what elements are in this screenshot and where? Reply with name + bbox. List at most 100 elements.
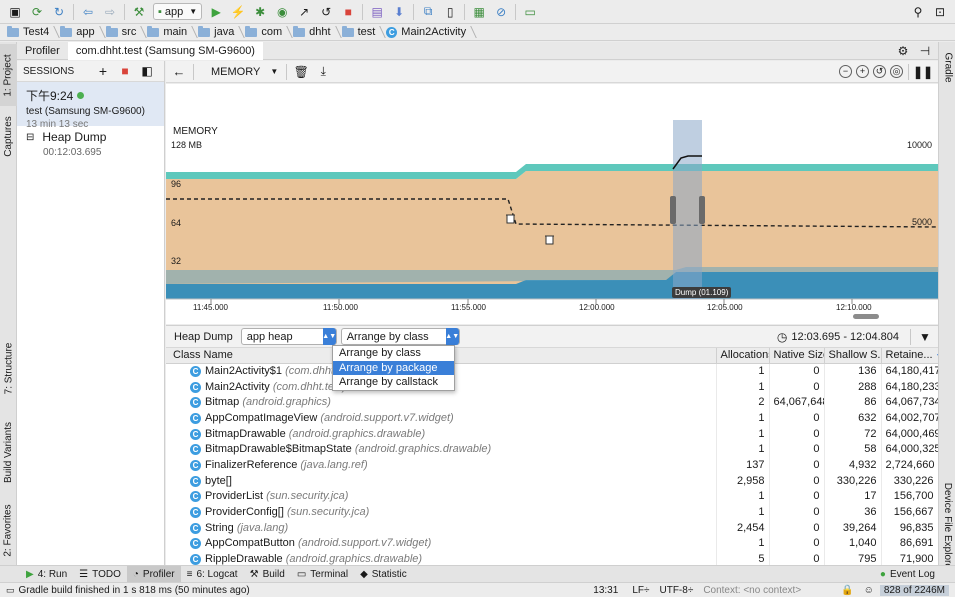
save-icon[interactable]: ▣	[6, 3, 24, 21]
line-separator[interactable]: LF÷	[632, 585, 649, 596]
memory-chart[interactable]: MEMORY 128 MB 96 64 32 10000 5000 Dump (…	[166, 84, 938, 324]
apply-changes-icon[interactable]: ⚡	[229, 3, 247, 21]
project-structure-icon[interactable]: ⧉	[419, 3, 437, 21]
filter-icon[interactable]: ▼	[916, 328, 934, 346]
col-retained-size[interactable]: Retaine...▼	[881, 348, 938, 364]
crumb-dhht[interactable]: dhht	[290, 24, 338, 41]
project-tab[interactable]: 1: Project	[0, 44, 17, 106]
table-row[interactable]: C ProviderList (sun.security.jca) 1 0 17 156,…	[166, 488, 938, 505]
gear-icon[interactable]: ⚙	[894, 42, 912, 60]
statistic-tab[interactable]: ◆ Statistic	[354, 566, 413, 583]
zoom-out-icon[interactable]: −	[839, 65, 852, 78]
col-allocations[interactable]: Allocations	[716, 348, 770, 364]
attach-icon[interactable]: ↗	[295, 3, 313, 21]
status-message[interactable]: Gradle build finished in 1 s 818 ms (50 …	[19, 585, 250, 596]
back-arrow-icon[interactable]: ←	[170, 63, 188, 81]
table-row[interactable]: C BitmapDrawable$BitmapState (android.gra…	[166, 441, 938, 458]
timeline-scrollbar[interactable]	[853, 314, 879, 319]
table-row[interactable]: C AppCompatImageView (android.support.v7.…	[166, 410, 938, 426]
table-row[interactable]: C Bitmap (android.graphics) 2 64,067,648 86 6…	[166, 394, 938, 411]
avd-manager-icon[interactable]: ▯	[441, 3, 459, 21]
arrange-by-class-option[interactable]: Arrange by class	[333, 346, 454, 361]
crumb-project[interactable]: Test4	[4, 24, 57, 41]
stop-session-icon[interactable]: ■	[116, 62, 134, 80]
table-row[interactable]: C RippleDrawable (android.graphics.drawab…	[166, 551, 938, 565]
heap-dump-artifact[interactable]: ⊟ Heap Dump 00:12:03.695	[17, 126, 164, 162]
col-native-size[interactable]: Native Size	[769, 348, 825, 364]
crumb-com[interactable]: com	[242, 24, 290, 41]
heap-select[interactable]: app heap ▲▼	[240, 328, 337, 345]
inspector-icon[interactable]: ☺	[864, 585, 874, 596]
debug-icon[interactable]: ✱	[251, 3, 269, 21]
crumb-main2activity[interactable]: C Main2Activity	[383, 24, 474, 41]
stop-icon[interactable]: ■	[339, 3, 357, 21]
crumb-main[interactable]: main	[144, 24, 195, 41]
favorites-tab[interactable]: 2: Favorites	[0, 497, 17, 563]
crumb-java[interactable]: java	[195, 24, 242, 41]
table-row[interactable]: C AppCompatButton (android.support.v7.wid…	[166, 535, 938, 552]
session-item[interactable]: 下午9:24 test (Samsung SM-G9600) 13 min 13…	[17, 82, 164, 130]
user-icon[interactable]: ⊡	[931, 3, 949, 21]
table-row[interactable]: C Main2Activity (com.dhht.test) 1 0 288 64,18…	[166, 378, 938, 395]
collapse-panel-icon[interactable]: ◧	[138, 62, 156, 80]
todo-tab[interactable]: ☰ TODO	[73, 566, 127, 583]
caret-position[interactable]: 13:31	[593, 585, 618, 596]
reset-zoom-icon[interactable]: ↺	[873, 65, 886, 78]
zoom-in-icon[interactable]: +	[856, 65, 869, 78]
profiler-tab[interactable]: Profiler	[17, 42, 68, 60]
sync-icon[interactable]: ⟳	[28, 3, 46, 21]
layout-inspector-icon[interactable]: ▦	[470, 3, 488, 21]
table-row[interactable]: C ProviderConfig[] (sun.security.jca) 1 0 36…	[166, 504, 938, 520]
table-row[interactable]: C String (java.lang) 2,454 0 39,264 96,835	[166, 519, 938, 536]
no-icon[interactable]: ⊘	[492, 3, 510, 21]
table-row[interactable]: Cbyte[] 2,958 0 330,226 330,226	[166, 472, 938, 489]
arrange-select[interactable]: Arrange by class ▲▼	[340, 328, 460, 345]
garbage-collect-icon[interactable]: 🗑	[292, 63, 310, 81]
captures-tab[interactable]: Captures	[0, 108, 17, 164]
selection-left-handle[interactable]	[670, 196, 676, 224]
pause-icon[interactable]: ❚❚	[913, 63, 933, 81]
arrange-by-package-option[interactable]: Arrange by package	[333, 360, 454, 375]
arrange-by-callstack-option[interactable]: Arrange by callstack	[333, 375, 454, 390]
zoom-to-selection-icon[interactable]: ◎	[890, 65, 903, 78]
status-window-icon[interactable]: ▭	[6, 585, 15, 596]
table-row[interactable]: C Main2Activity$1 (com.dhht.test) 1 0 136 64,…	[166, 363, 938, 379]
crumb-src[interactable]: src	[103, 24, 145, 41]
hide-panel-icon[interactable]: ⊣	[916, 42, 934, 60]
sdk-manager-icon[interactable]: ▤	[368, 3, 386, 21]
table-row[interactable]: C BitmapDrawable (android.graphics.drawab…	[166, 425, 938, 442]
lock-icon[interactable]: 🔒	[841, 585, 853, 596]
profiler-selector[interactable]: MEMORY	[211, 66, 260, 78]
build-variants-tab[interactable]: Build Variants	[0, 412, 17, 492]
table-row[interactable]: C FinalizerReference (java.lang.ref) 137 0 4…	[166, 457, 938, 473]
structure-tab[interactable]: 7: Structure	[0, 332, 17, 404]
file-encoding[interactable]: UTF-8÷	[659, 585, 693, 596]
download-icon[interactable]: ⬇	[390, 3, 408, 21]
dump-heap-icon[interactable]: ⤓	[314, 63, 332, 81]
event-log-tab[interactable]: ● Event Log	[874, 566, 941, 583]
build-hammer-icon[interactable]: ⚒	[130, 3, 148, 21]
refresh-icon[interactable]: ↻	[50, 3, 68, 21]
run-icon[interactable]: ▶	[207, 3, 225, 21]
profiler-bottom-tab[interactable]: ◔ Profiler	[126, 565, 181, 583]
memory-indicator[interactable]: 828 of 2246M	[879, 584, 949, 596]
crumb-test[interactable]: test	[339, 24, 384, 41]
selection-right-handle[interactable]	[699, 196, 705, 224]
search-icon[interactable]: ⚲	[909, 3, 927, 21]
back-icon[interactable]: ⇦	[79, 3, 97, 21]
rerun-icon[interactable]: ↺	[317, 3, 335, 21]
add-session-icon[interactable]: +	[94, 62, 112, 80]
logcat-tab[interactable]: ≡ 6: Logcat	[181, 566, 244, 583]
selection-band[interactable]	[673, 120, 702, 299]
forward-icon[interactable]: ⇨	[101, 3, 119, 21]
profiler-process-tab[interactable]: com.dhht.test (Samsung SM-G9600)	[67, 41, 263, 60]
gradle-tab[interactable]: Gradle	[939, 46, 955, 88]
terminal-tab[interactable]: ▭ Terminal	[291, 566, 354, 583]
build-tab[interactable]: ⚒ Build	[244, 566, 291, 583]
profile-icon[interactable]: ◉	[273, 3, 291, 21]
run-config-select[interactable]: ▪ app ▼	[153, 3, 203, 20]
device-mirror-icon[interactable]: ▭	[521, 3, 539, 21]
col-shallow-size[interactable]: Shallow S...	[824, 348, 882, 364]
chevron-down-icon[interactable]: ▼	[270, 67, 278, 76]
crumb-app[interactable]: app	[57, 24, 102, 41]
